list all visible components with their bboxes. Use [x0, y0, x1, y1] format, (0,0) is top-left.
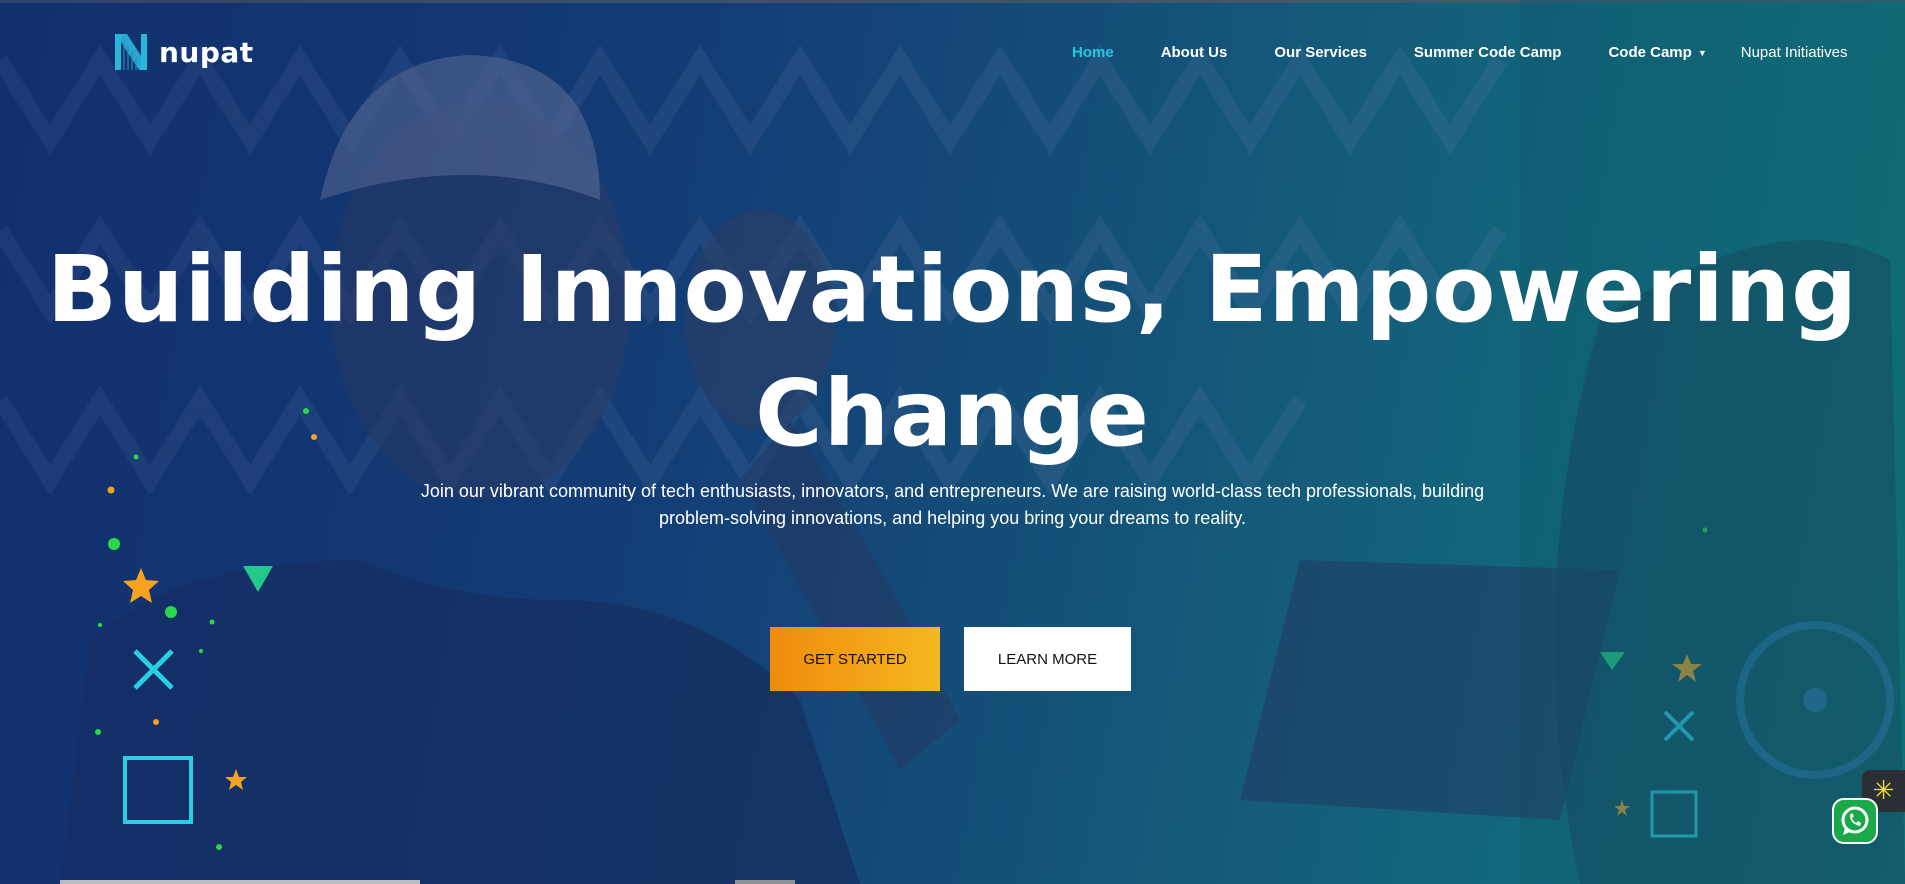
nupat-n-logo-icon [115, 34, 147, 70]
learn-more-button[interactable]: LEARN MORE [964, 627, 1131, 691]
star-icon [123, 568, 159, 603]
hero-headline: Building Innovations, Empowering Change [0, 228, 1905, 476]
hero-headline-line2: Change [755, 360, 1150, 467]
square-outline-icon [123, 756, 193, 824]
hero-subtitle-line1: Join our vibrant community of tech enthu… [420, 481, 1485, 501]
nav-item-home[interactable]: Home [1072, 44, 1114, 61]
x-cross-icon [133, 649, 174, 690]
whatsapp-icon[interactable] [1832, 798, 1878, 844]
hero-section: nupat Home About Us Our Services Summer … [0, 0, 1905, 884]
brand-name: nupat [159, 35, 254, 69]
nav-item-our-services[interactable]: Our Services [1274, 44, 1367, 61]
small-star-icon [225, 769, 247, 790]
decorative-shapes-right [1600, 527, 1708, 838]
site-logo[interactable]: nupat [115, 32, 254, 72]
nav-item-code-camp-label: Code Camp [1608, 44, 1692, 61]
horizontal-scrollbar[interactable] [60, 880, 420, 884]
whatsapp-glyph-icon [1841, 806, 1869, 835]
main-navigation: Home About Us Our Services Summer Code C… [1072, 44, 1847, 61]
triangle-icon [243, 566, 273, 592]
hero-subtitle: Join our vibrant community of tech enthu… [400, 478, 1505, 532]
get-started-button[interactable]: GET STARTED [770, 627, 940, 691]
nav-item-nupat-initiatives[interactable]: Nupat Initiatives [1741, 44, 1848, 61]
chevron-down-icon: ▼ [1697, 47, 1707, 58]
hero-subtitle-line2: problem-solving innovations, and helping… [659, 508, 1246, 528]
nav-item-about-us[interactable]: About Us [1161, 44, 1228, 61]
hero-headline-line1: Building Innovations, Empowering [46, 236, 1859, 343]
nav-item-code-camp[interactable]: Code Camp ▼ [1608, 44, 1706, 61]
horizontal-scrollbar-thumb[interactable] [735, 880, 795, 884]
nav-item-summer-code-camp[interactable]: Summer Code Camp [1414, 44, 1562, 61]
